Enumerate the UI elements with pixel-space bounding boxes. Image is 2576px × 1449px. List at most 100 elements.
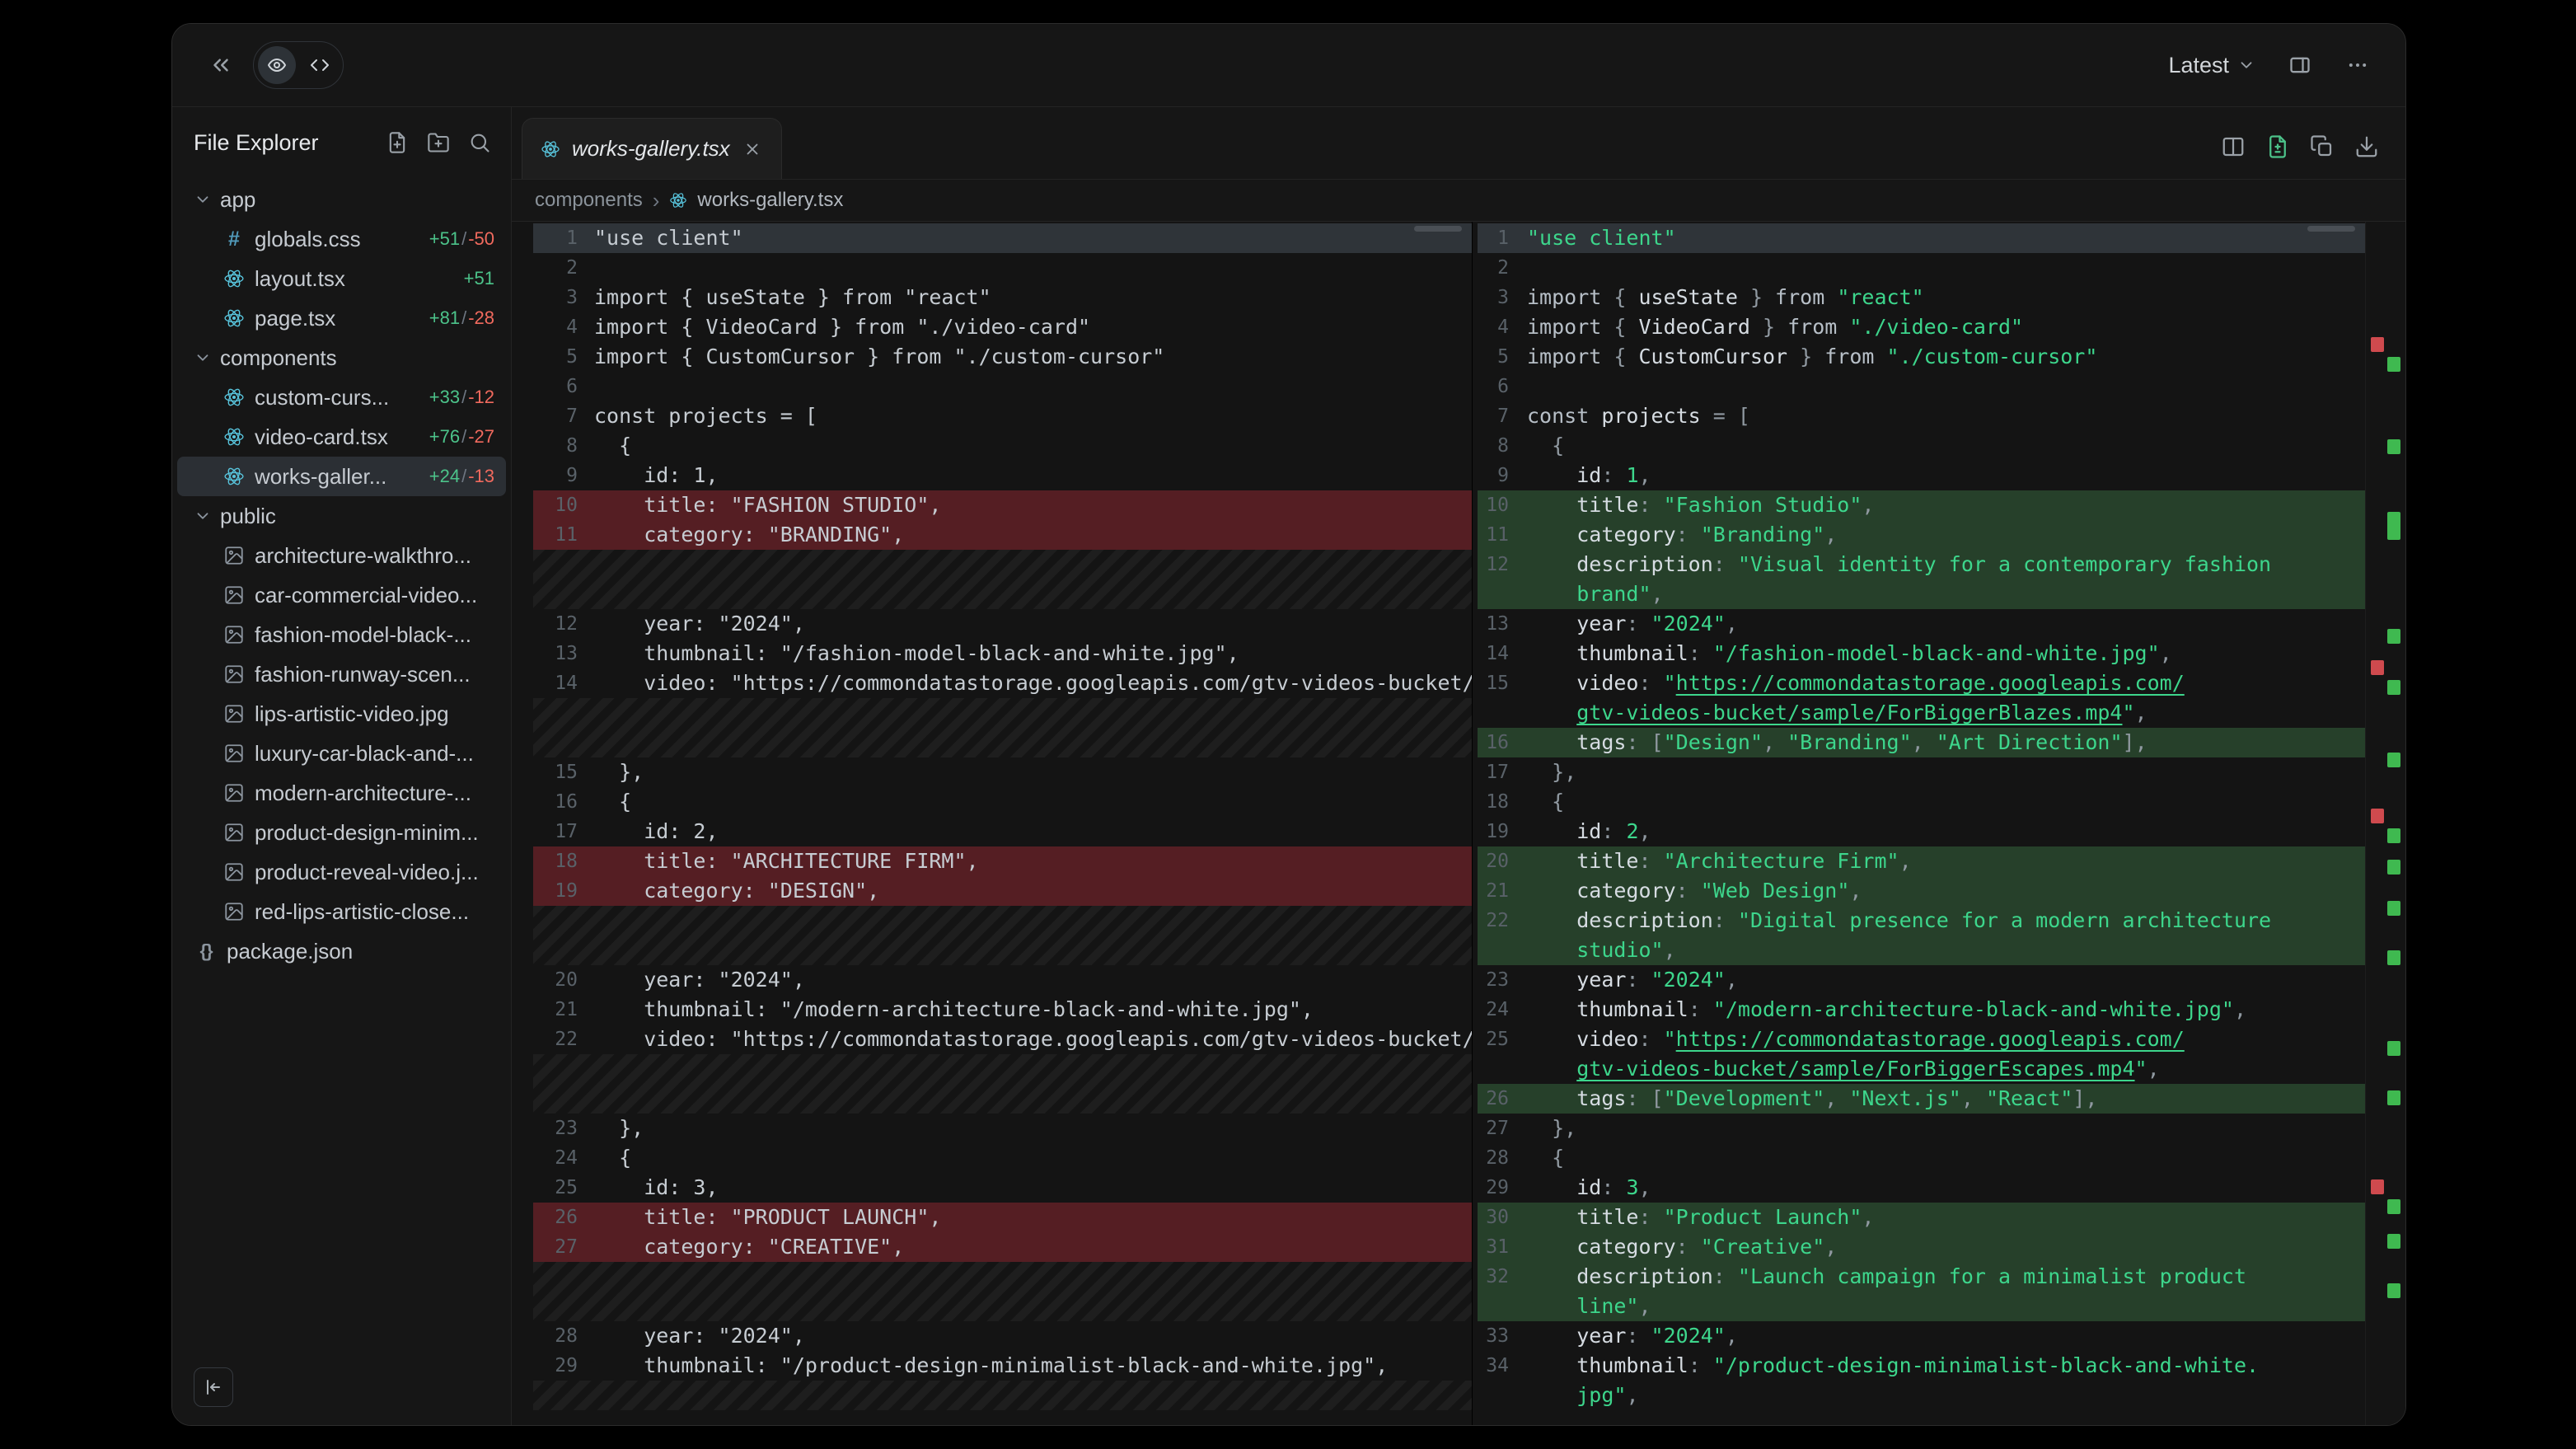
copy-button[interactable] xyxy=(2303,128,2341,166)
diff-collapsed-gap xyxy=(533,698,1472,757)
line-number: 7 xyxy=(1478,401,1509,431)
folder-item-components[interactable]: components xyxy=(177,338,506,377)
minimap-deletion-mark xyxy=(2371,337,2384,352)
code-line: 16 { xyxy=(533,787,1472,817)
diff-minimap[interactable] xyxy=(2365,222,2405,1425)
split-view-button[interactable] xyxy=(2214,128,2252,166)
file-item-custom-curs[interactable]: custom-curs...+33/-12 xyxy=(177,377,506,417)
minimap-deletion-mark xyxy=(2371,1179,2384,1194)
line-number: 27 xyxy=(533,1232,578,1262)
file-item-architecture-walkthro[interactable]: architecture-walkthro... xyxy=(177,536,506,575)
react-file-icon xyxy=(223,387,245,408)
file-explorer-title: File Explorer xyxy=(194,130,319,156)
panel-layout-button[interactable] xyxy=(2282,47,2318,83)
code-line: 27 }, xyxy=(1478,1114,2365,1143)
code-rows-before: 1"use client"23import { useState } from … xyxy=(512,222,1472,1425)
download-icon xyxy=(2354,134,2379,159)
preview-mode-button[interactable] xyxy=(258,46,296,84)
copy-icon xyxy=(2310,134,2335,159)
code-line: 20 title: "Architecture Firm", xyxy=(1478,846,2365,876)
code-line: 31 category: "Creative", xyxy=(1478,1232,2365,1262)
minimap-addition-mark xyxy=(2387,512,2400,540)
top-toolbar: Latest xyxy=(172,24,2405,107)
minimap-addition-mark xyxy=(2387,753,2400,767)
code-line: 26 tags: ["Development", "Next.js", "Rea… xyxy=(1478,1084,2365,1114)
diff-pane-after[interactable]: 1"use client"23import { useState } from … xyxy=(1473,222,2365,1425)
file-label: video-card.tsx xyxy=(255,424,388,450)
file-item-page-tsx[interactable]: page.tsx+81/-28 xyxy=(177,298,506,338)
split-view-icon xyxy=(2221,134,2246,159)
version-dropdown[interactable]: Latest xyxy=(2163,52,2260,79)
file-item-works-galler[interactable]: works-galler...+24/-13 xyxy=(177,457,506,496)
file-item-product-design-minim[interactable]: product-design-minim... xyxy=(177,813,506,852)
file-label: page.tsx xyxy=(255,306,335,331)
code-line: 34 thumbnail: "/product-design-minimalis… xyxy=(1478,1351,2365,1381)
folder-item-app[interactable]: app xyxy=(177,180,506,219)
new-folder-icon xyxy=(427,131,450,154)
download-button[interactable] xyxy=(2348,128,2386,166)
folder-item-public[interactable]: public xyxy=(177,496,506,536)
file-item-fashion-model-black[interactable]: fashion-model-black-... xyxy=(177,615,506,654)
image-file-icon xyxy=(223,624,245,645)
file-item-product-reveal-video-j[interactable]: product-reveal-video.j... xyxy=(177,852,506,892)
line-number: 5 xyxy=(533,342,578,372)
code-line: 4import { VideoCard } from "./video-card… xyxy=(1478,312,2365,342)
new-file-button[interactable] xyxy=(384,129,410,156)
line-number: 20 xyxy=(533,965,578,995)
tab-works-gallery[interactable]: works-gallery.tsx xyxy=(522,118,782,179)
file-item-fashion-runway-scen[interactable]: fashion-runway-scen... xyxy=(177,654,506,694)
breadcrumb-file[interactable]: works-gallery.tsx xyxy=(697,189,843,212)
folder-label: components xyxy=(220,345,337,371)
tab-label: works-gallery.tsx xyxy=(572,136,730,162)
line-number: 23 xyxy=(1478,965,1509,995)
diff-pane-before[interactable]: 1"use client"23import { useState } from … xyxy=(512,222,1473,1425)
horizontal-scrollbar[interactable] xyxy=(1414,226,1462,232)
file-item-globals-css[interactable]: #globals.css+51/-50 xyxy=(177,219,506,259)
code-line: 28 year: "2024", xyxy=(533,1321,1472,1351)
css-file-icon: # xyxy=(223,228,245,250)
more-options-button[interactable] xyxy=(2339,47,2376,83)
file-item-lips-artistic-video-jpg[interactable]: lips-artistic-video.jpg xyxy=(177,694,506,734)
line-number: 24 xyxy=(1478,995,1509,1025)
code-line: 18 title: "ARCHITECTURE FIRM", xyxy=(533,846,1472,876)
image-file-icon xyxy=(223,901,245,922)
file-item-video-card-tsx[interactable]: video-card.tsx+76/-27 xyxy=(177,417,506,457)
code-line: 29 thumbnail: "/product-design-minimalis… xyxy=(533,1351,1472,1381)
file-changes-button[interactable] xyxy=(2259,128,2297,166)
code-line: 17 id: 2, xyxy=(533,817,1472,846)
eye-icon xyxy=(267,55,287,75)
react-file-icon xyxy=(223,268,245,289)
line-number: 9 xyxy=(1478,461,1509,490)
file-item-package-json[interactable]: {}package.json xyxy=(177,931,506,971)
file-item-car-commercial-video[interactable]: car-commercial-video... xyxy=(177,575,506,615)
file-label: product-design-minim... xyxy=(255,820,479,846)
breadcrumb-folder[interactable]: components xyxy=(535,189,643,212)
code-line: 32 description: "Launch campaign for a m… xyxy=(1478,1262,2365,1292)
file-item-modern-architecture[interactable]: modern-architecture-... xyxy=(177,773,506,813)
close-tab-button[interactable] xyxy=(742,138,763,160)
search-files-button[interactable] xyxy=(466,129,493,156)
line-number: 4 xyxy=(533,312,578,342)
tab-actions xyxy=(2214,128,2386,166)
line-number: 16 xyxy=(1478,728,1509,757)
folder-label: public xyxy=(220,504,276,529)
file-label: lips-artistic-video.jpg xyxy=(255,701,449,727)
code-mode-button[interactable] xyxy=(301,46,339,84)
code-icon xyxy=(310,55,330,75)
horizontal-scrollbar[interactable] xyxy=(2307,226,2355,232)
file-item-layout-tsx[interactable]: layout.tsx+51 xyxy=(177,259,506,298)
code-line: 1"use client" xyxy=(533,223,1472,253)
line-number: 13 xyxy=(533,639,578,668)
code-line: 13 year: "2024", xyxy=(1478,609,2365,639)
file-item-luxury-car-black-and[interactable]: luxury-car-black-and-... xyxy=(177,734,506,773)
line-number: 4 xyxy=(1478,312,1509,342)
new-folder-button[interactable] xyxy=(425,129,452,156)
diff-collapsed-gap xyxy=(533,1262,1472,1321)
collapse-panel-button[interactable] xyxy=(202,46,240,84)
file-item-red-lips-artistic-close[interactable]: red-lips-artistic-close... xyxy=(177,892,506,931)
image-file-icon xyxy=(223,743,245,764)
code-line: 6 xyxy=(1478,372,2365,401)
code-line: 17 }, xyxy=(1478,757,2365,787)
line-number: 15 xyxy=(1478,668,1509,698)
collapse-sidebar-button[interactable] xyxy=(194,1367,233,1407)
